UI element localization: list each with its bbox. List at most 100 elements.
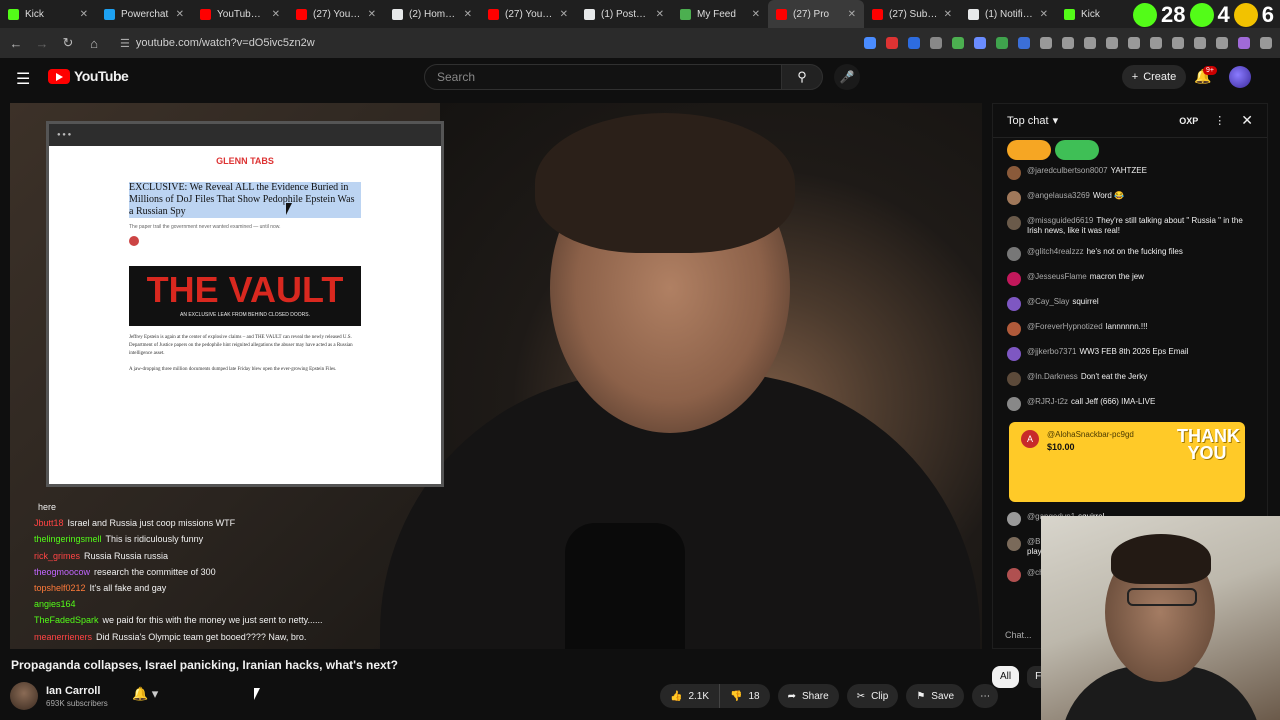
- chat-author[interactable]: @Cay_Slay: [1027, 297, 1069, 306]
- extension-icon[interactable]: [1106, 37, 1118, 49]
- tab-close-icon[interactable]: ✕: [848, 9, 856, 20]
- tab-close-icon[interactable]: ✕: [656, 9, 664, 20]
- chat-message[interactable]: @missguided6619 They're still talking abo…: [1007, 216, 1253, 236]
- chat-avatar[interactable]: [1007, 568, 1021, 582]
- like-button[interactable]: 👍 2.1K: [660, 684, 721, 708]
- reload-icon[interactable]: ↻: [60, 35, 76, 51]
- chat-avatar[interactable]: [1007, 537, 1021, 551]
- chat-mode-dropdown[interactable]: Top chat: [1007, 115, 1049, 127]
- chat-message[interactable]: @glitch4realzzz he's not on the fucking f…: [1007, 247, 1253, 261]
- chat-author[interactable]: @ForeverHypnotized: [1027, 322, 1103, 331]
- browser-tab[interactable]: (27) Subscrip ✕: [864, 0, 960, 28]
- tab-close-icon[interactable]: ✕: [560, 9, 568, 20]
- tab-close-icon[interactable]: ✕: [464, 9, 472, 20]
- share-button[interactable]: ➦ Share: [777, 684, 839, 708]
- create-button[interactable]: + Create: [1122, 65, 1186, 89]
- superchat-ticker[interactable]: [1007, 140, 1051, 160]
- tab-close-icon[interactable]: ✕: [80, 9, 88, 20]
- extension-icon[interactable]: [974, 37, 986, 49]
- browser-tab[interactable]: (27) YouTube ✕: [288, 0, 384, 28]
- extension-icon[interactable]: [1128, 37, 1140, 49]
- extension-icon[interactable]: [1216, 37, 1228, 49]
- chat-avatar[interactable]: [1007, 347, 1021, 361]
- chat-avatar[interactable]: [1007, 191, 1021, 205]
- menu-icon[interactable]: ☰: [16, 69, 30, 89]
- chat-avatar[interactable]: [1007, 397, 1021, 411]
- url-field[interactable]: ☰ youtube.com/watch?v=dO5ivc5zn2w: [112, 31, 772, 55]
- chat-avatar[interactable]: [1007, 272, 1021, 286]
- chat-author[interactable]: @In.Darkness: [1027, 372, 1078, 381]
- browser-tab[interactable]: Powerchat ✕: [96, 0, 192, 28]
- chat-author[interactable]: @missguided6619: [1027, 216, 1093, 225]
- browser-tab[interactable]: (1) Posts / X ✕: [576, 0, 672, 28]
- browser-tab[interactable]: My Feed ✕: [672, 0, 768, 28]
- extension-icon[interactable]: [908, 37, 920, 49]
- forward-icon[interactable]: →: [34, 36, 50, 51]
- youtube-logo[interactable]: YouTube: [48, 68, 129, 84]
- tab-close-icon[interactable]: ✕: [752, 9, 760, 20]
- tab-close-icon[interactable]: ✕: [176, 9, 184, 20]
- chat-author[interactable]: @glitch4realzzz: [1027, 247, 1084, 256]
- extension-icon[interactable]: [996, 37, 1008, 49]
- chat-message[interactable]: @jjkerbo7371 WW3 FEB 8th 2026 Eps Email: [1007, 347, 1253, 361]
- browser-tab[interactable]: YouTube Mu ✕: [192, 0, 288, 28]
- chat-message[interactable]: @angelausa3269 Word 😂: [1007, 191, 1253, 205]
- extension-icon[interactable]: [886, 37, 898, 49]
- chat-avatar[interactable]: [1007, 247, 1021, 261]
- chat-avatar[interactable]: [1007, 297, 1021, 311]
- chat-message[interactable]: @ForeverHypnotized lannnnnn.!!!: [1007, 322, 1253, 336]
- chat-author[interactable]: @RJRJ-t2z: [1027, 397, 1068, 406]
- chat-avatar[interactable]: [1007, 512, 1021, 526]
- extension-icon[interactable]: [1172, 37, 1184, 49]
- voice-search-button[interactable]: 🎤: [834, 64, 860, 90]
- chat-message[interactable]: @In.Darkness Don't eat the Jerky: [1007, 372, 1253, 386]
- chat-author[interactable]: @angelausa3269: [1027, 191, 1090, 200]
- video-player[interactable]: ● ● ● GLENN TABS EXCLUSIVE: We Reveal AL…: [10, 103, 982, 649]
- extension-icon[interactable]: [1194, 37, 1206, 49]
- search-input[interactable]: Search: [424, 64, 782, 90]
- chat-avatar[interactable]: [1007, 166, 1021, 180]
- extension-icon[interactable]: [930, 37, 942, 49]
- extension-icon[interactable]: [1062, 37, 1074, 49]
- browser-tab[interactable]: (2) Home / X ✕: [384, 0, 480, 28]
- tab-close-icon[interactable]: ✕: [272, 9, 280, 20]
- tab-close-icon[interactable]: ✕: [1040, 9, 1048, 20]
- account-avatar[interactable]: [1229, 66, 1251, 88]
- extension-icon[interactable]: [864, 37, 876, 49]
- superchat-card[interactable]: A @AlohaSnackbar-pc9gd $10.00 THANK YOU: [1009, 422, 1245, 502]
- subscription-bell-button[interactable]: 🔔 ▾: [132, 686, 158, 702]
- channel-avatar[interactable]: [10, 682, 38, 710]
- profile-icon[interactable]: [1238, 37, 1250, 49]
- chat-message[interactable]: @JesseusFlame macron the jew: [1007, 272, 1253, 286]
- chat-avatar[interactable]: [1007, 216, 1021, 230]
- more-icon[interactable]: ⋮: [1214, 114, 1225, 127]
- chat-author[interactable]: @jaredculbertson8007: [1027, 166, 1108, 175]
- browser-tab[interactable]: (27) Pro ✕: [768, 0, 864, 28]
- channel-name[interactable]: Ian Carroll: [46, 685, 108, 697]
- chip-all[interactable]: All: [992, 666, 1020, 688]
- tab-close-icon[interactable]: ✕: [368, 9, 376, 20]
- tab-close-icon[interactable]: ✕: [944, 9, 952, 20]
- chat-avatar[interactable]: [1007, 372, 1021, 386]
- clip-button[interactable]: ✂ Clip: [846, 684, 899, 708]
- extension-icon[interactable]: [1084, 37, 1096, 49]
- extension-icon[interactable]: [1018, 37, 1030, 49]
- back-icon[interactable]: ←: [8, 36, 24, 51]
- chat-message[interactable]: @Cay_Slay squirrel: [1007, 297, 1253, 311]
- extension-icon[interactable]: [1040, 37, 1052, 49]
- chat-avatar[interactable]: [1007, 322, 1021, 336]
- close-icon[interactable]: ✕: [1241, 112, 1253, 129]
- browser-tab[interactable]: (1) Notificat ✕: [960, 0, 1056, 28]
- chat-author[interactable]: @jjkerbo7371: [1027, 347, 1076, 356]
- superchat-ticker[interactable]: [1055, 140, 1099, 160]
- chat-author[interactable]: @JesseusFlame: [1027, 272, 1087, 281]
- save-button[interactable]: ⚑ Save: [906, 684, 965, 708]
- browser-tab[interactable]: (27) YouTube ✕: [480, 0, 576, 28]
- extension-icon[interactable]: [1150, 37, 1162, 49]
- chat-message[interactable]: @RJRJ-t2z call Jeff (666) IMA-LIVE: [1007, 397, 1253, 411]
- chevron-down-icon[interactable]: ▾: [1053, 114, 1059, 127]
- browser-tab[interactable]: Kick ✕: [0, 0, 96, 28]
- menu-icon[interactable]: [1260, 37, 1272, 49]
- extension-icon[interactable]: [952, 37, 964, 49]
- chat-message[interactable]: @jaredculbertson8007 YAHTZEE: [1007, 166, 1253, 180]
